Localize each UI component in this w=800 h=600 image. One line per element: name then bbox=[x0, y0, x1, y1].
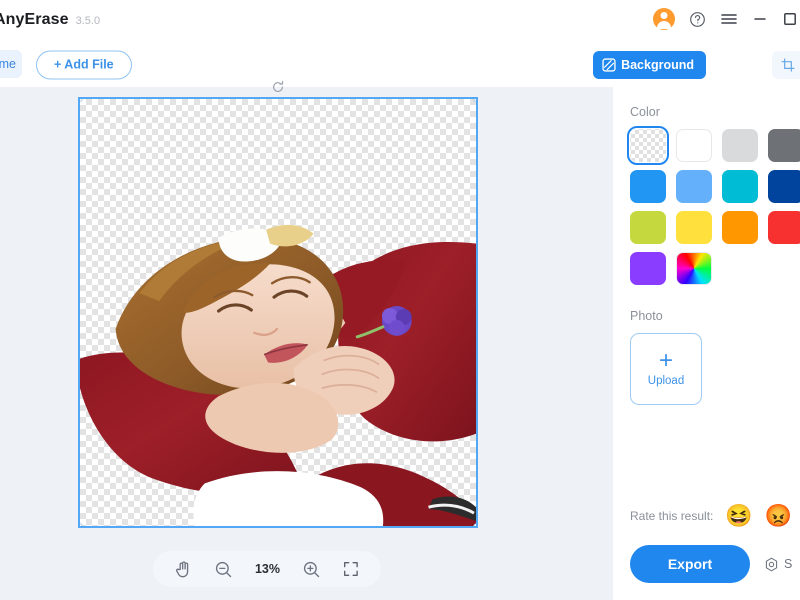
color-swatch-purple[interactable] bbox=[630, 252, 666, 285]
app-name: AnyErase bbox=[0, 11, 69, 28]
color-swatch-custom-picker[interactable] bbox=[676, 252, 712, 285]
color-swatch-cyan[interactable] bbox=[722, 170, 758, 203]
plus-icon: + bbox=[658, 346, 673, 374]
add-file-button[interactable]: + Add File bbox=[36, 50, 132, 79]
zoom-toolbar: 13% bbox=[153, 551, 381, 587]
color-swatch-transparent[interactable] bbox=[627, 126, 669, 165]
pan-tool-icon[interactable] bbox=[174, 560, 193, 579]
upload-label: Upload bbox=[647, 374, 685, 387]
rate-label: Rate this result: bbox=[630, 509, 714, 523]
color-section-title: Color bbox=[630, 105, 660, 119]
anyerase-window: AnyErase 3.5.0 me + Add File Background … bbox=[0, 0, 800, 600]
app-version: 3.5.0 bbox=[75, 15, 101, 27]
editor-area: 13% bbox=[0, 80, 613, 600]
canvas-stage[interactable] bbox=[78, 80, 478, 528]
gear-icon bbox=[764, 557, 779, 572]
image-canvas[interactable] bbox=[78, 97, 478, 528]
window-controls bbox=[653, 8, 798, 30]
zoom-level-value[interactable]: 13% bbox=[255, 562, 280, 576]
rate-angry-icon[interactable]: 😡 bbox=[765, 505, 792, 527]
rate-result-row: Rate this result: 😆 😡 bbox=[630, 505, 792, 527]
add-file-label: + Add File bbox=[54, 57, 114, 72]
crop-icon bbox=[781, 57, 795, 72]
upload-photo-button[interactable]: + Upload bbox=[630, 333, 702, 405]
app-brand: AnyErase 3.5.0 bbox=[0, 11, 100, 29]
background-tab-button[interactable]: Background bbox=[593, 50, 706, 79]
color-swatch-orange[interactable] bbox=[722, 211, 758, 244]
background-icon bbox=[602, 57, 616, 72]
title-bar: AnyErase 3.5.0 bbox=[0, 0, 800, 42]
photo-section-title: Photo bbox=[630, 309, 663, 323]
color-swatch-yellow-green[interactable] bbox=[630, 211, 666, 244]
action-toolbar: me + Add File Background Re bbox=[0, 42, 800, 87]
background-settings-panel: Color Photo + Upload Rate this result: 😆… bbox=[613, 87, 800, 600]
color-swatch-yellow[interactable] bbox=[676, 211, 712, 244]
settings-label: S bbox=[784, 557, 793, 571]
help-icon[interactable] bbox=[689, 11, 706, 28]
color-swatch-blue[interactable] bbox=[630, 170, 666, 203]
canvas-handle-bottom-right[interactable] bbox=[473, 523, 476, 526]
export-actions-row: Export S bbox=[630, 545, 792, 583]
home-button-label: me bbox=[0, 57, 16, 71]
photo-section: Photo + Upload bbox=[630, 309, 800, 405]
color-swatch-red[interactable] bbox=[768, 211, 800, 244]
cutout-subject-image bbox=[80, 224, 476, 526]
zoom-out-button[interactable] bbox=[214, 560, 233, 579]
color-swatch-grid bbox=[627, 126, 800, 285]
fit-screen-button[interactable] bbox=[342, 560, 360, 578]
menu-icon[interactable] bbox=[720, 11, 738, 27]
resize-tab-button[interactable]: Re bbox=[772, 50, 800, 79]
home-button[interactable]: me bbox=[0, 50, 22, 78]
account-avatar-icon[interactable] bbox=[653, 8, 675, 30]
rotate-handle-icon[interactable] bbox=[271, 80, 285, 94]
color-swatch-light-blue[interactable] bbox=[676, 170, 712, 203]
maximize-icon[interactable] bbox=[782, 11, 798, 27]
settings-button[interactable]: S bbox=[764, 557, 792, 572]
export-label: Export bbox=[667, 556, 713, 572]
minimize-icon[interactable] bbox=[752, 11, 768, 27]
zoom-in-button[interactable] bbox=[302, 560, 321, 579]
rate-happy-icon[interactable]: 😆 bbox=[725, 505, 752, 527]
color-swatch-gray[interactable] bbox=[768, 129, 800, 162]
background-label: Background bbox=[621, 57, 694, 72]
color-swatch-white[interactable] bbox=[676, 129, 712, 162]
export-button[interactable]: Export bbox=[630, 545, 750, 583]
color-swatch-light-gray[interactable] bbox=[722, 129, 758, 162]
color-swatch-navy[interactable] bbox=[768, 170, 800, 203]
